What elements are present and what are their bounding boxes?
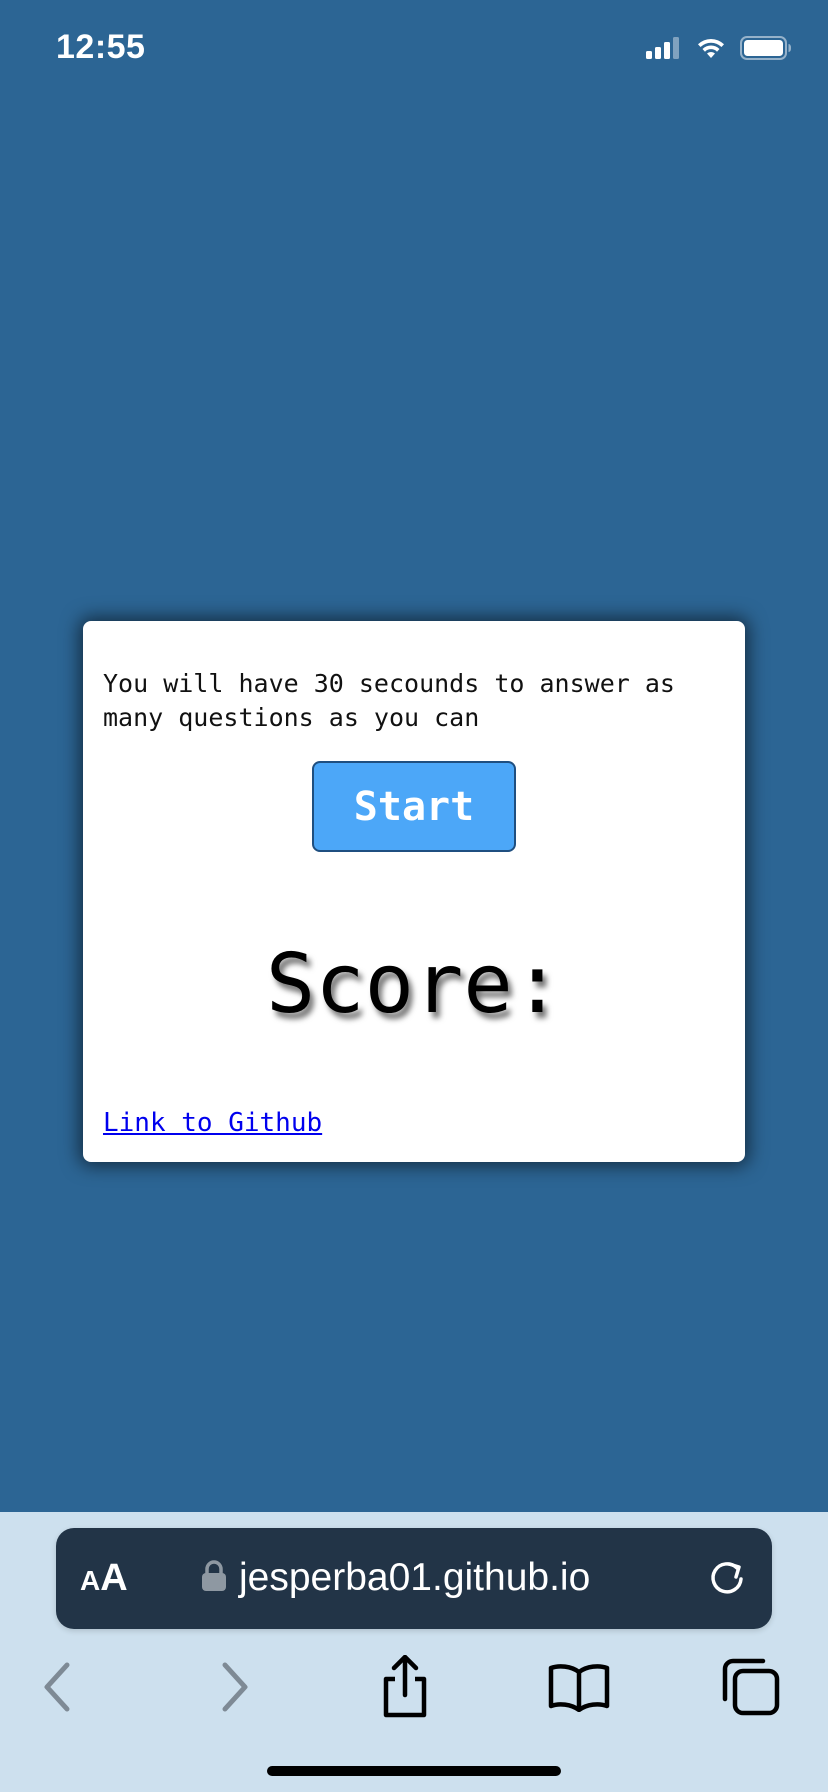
home-indicator	[267, 1766, 561, 1776]
status-icons	[646, 36, 792, 60]
instructions-text: You will have 30 secounds to answer as m…	[103, 669, 675, 732]
start-button[interactable]: Start	[312, 761, 516, 852]
reload-icon[interactable]	[706, 1558, 748, 1604]
status-bar: 12:55	[0, 0, 828, 100]
nav-row	[0, 1642, 828, 1732]
bookmarks-icon[interactable]	[534, 1642, 624, 1732]
back-icon[interactable]	[12, 1642, 102, 1732]
share-icon[interactable]	[360, 1642, 450, 1732]
github-link[interactable]: Link to Github	[103, 1107, 322, 1139]
lock-icon	[201, 1560, 227, 1596]
text-size-small-a: A	[80, 1565, 101, 1596]
battery-icon	[740, 36, 792, 60]
quiz-card: You will have 30 secounds to answer as m…	[83, 621, 745, 1162]
address-bar[interactable]: A A jesperba01.github.io	[56, 1528, 772, 1629]
cellular-signal-icon	[646, 37, 682, 59]
score-label: Score:	[265, 937, 563, 1032]
forward-icon[interactable]	[190, 1642, 280, 1732]
tabs-icon[interactable]	[706, 1642, 796, 1732]
url-group[interactable]: jesperba01.github.io	[201, 1554, 590, 1602]
url-text: jesperba01.github.io	[239, 1556, 591, 1599]
text-size-big-a: A	[100, 1557, 128, 1599]
status-time: 12:55	[56, 28, 146, 66]
wifi-icon	[696, 37, 726, 59]
text-size-button[interactable]: A A	[80, 1558, 128, 1598]
browser-toolbar: A A jesperba01.github.io	[0, 1512, 828, 1792]
